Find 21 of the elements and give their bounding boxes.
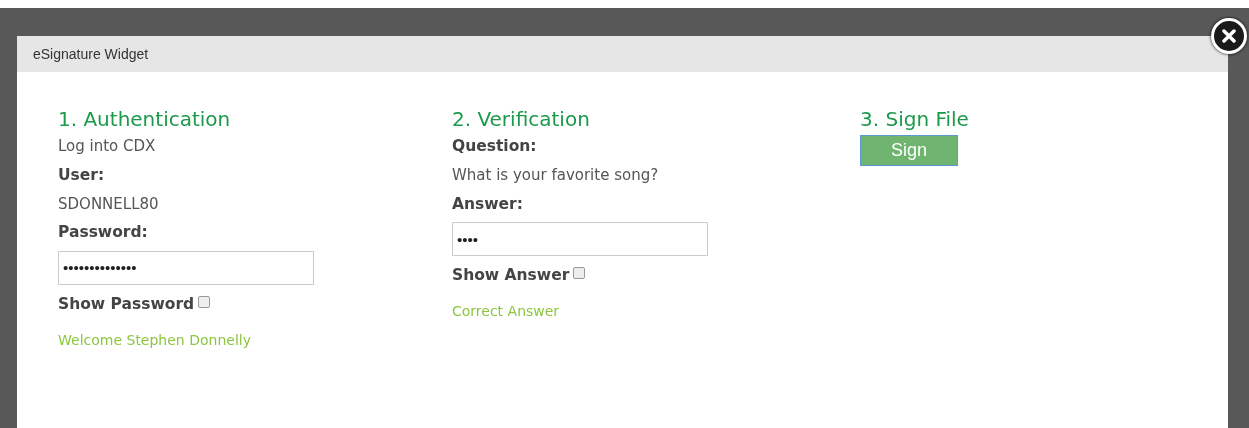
section-heading: 1. Authentication [58, 107, 232, 131]
checkbox-label: Show Answer [452, 265, 570, 286]
close-button[interactable] [1211, 18, 1247, 54]
field-label: User: [58, 164, 106, 186]
section-heading: 2. Verification [452, 107, 591, 131]
field-label: Question: [452, 136, 538, 157]
close-icon [1222, 29, 1236, 43]
checkbox[interactable] [573, 267, 586, 279]
field-label: Password: [58, 222, 149, 244]
info-text: Log into CDX [58, 136, 157, 157]
checkbox-label: Show Password [58, 293, 195, 315]
info-text: What is your favorite song? [452, 165, 660, 187]
status-message: Welcome Stephen Donnelly [58, 330, 252, 350]
checkbox[interactable] [198, 295, 211, 308]
dialog-title: eSignature Widget [33, 44, 149, 64]
status-message: Correct Answer [452, 302, 561, 322]
section-heading: 3. Sign File [860, 107, 970, 131]
input-field[interactable]: •••••••••••••• [58, 250, 314, 285]
input-field[interactable]: •••• [452, 222, 708, 256]
field-label: Answer: [452, 193, 524, 215]
info-text: SDONNELL80 [58, 193, 160, 215]
